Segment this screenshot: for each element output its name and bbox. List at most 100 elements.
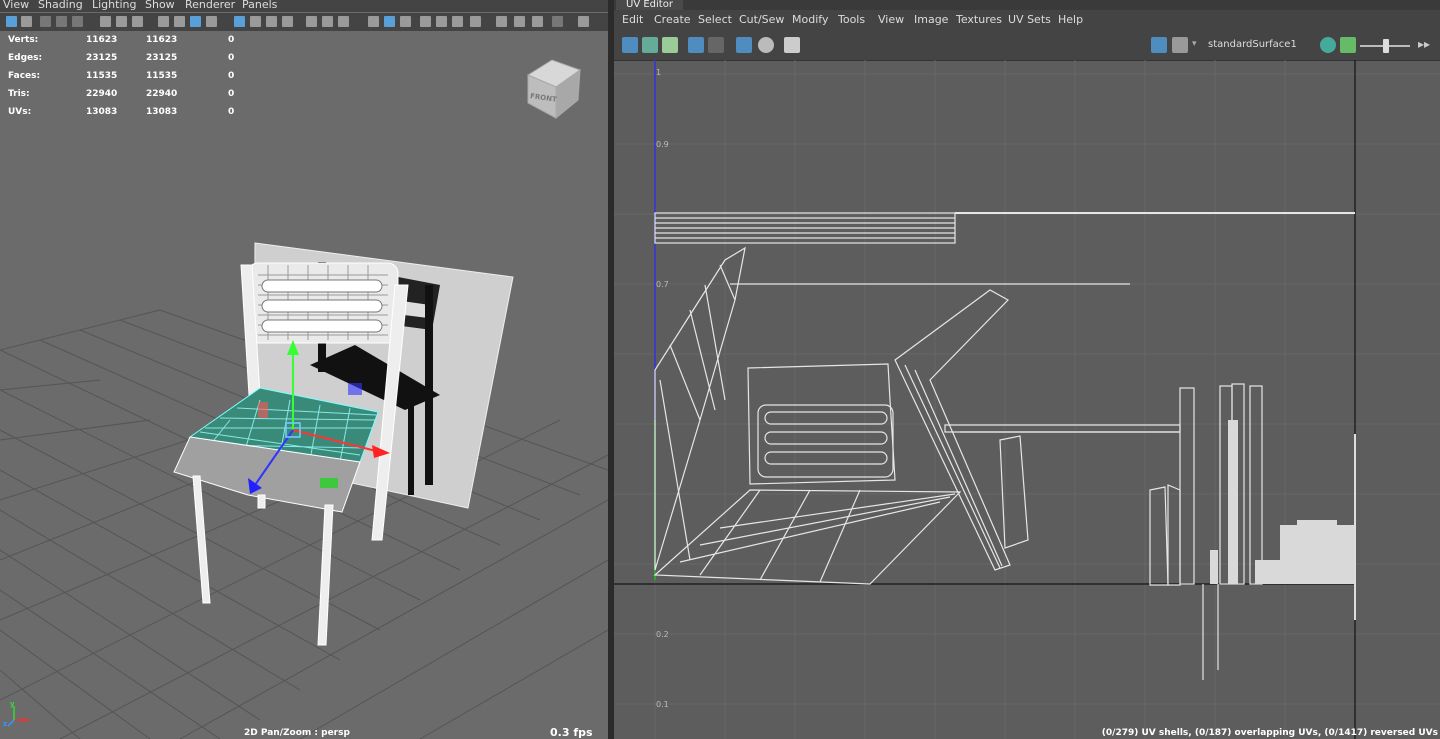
menu-create[interactable]: Create [654, 10, 691, 30]
menu-panels[interactable]: Panels [242, 0, 277, 11]
bookmark-icon[interactable] [40, 16, 51, 27]
hud-row-edges: Edges: 23125 23125 0 [0, 53, 260, 65]
exposure-icon[interactable] [496, 16, 507, 27]
hud-value: 13083 [146, 107, 178, 117]
shadows-icon[interactable] [338, 16, 349, 27]
uv-status-readout: (0/279) UV shells, (0/187) overlapping U… [1101, 728, 1438, 738]
textured-icon[interactable] [306, 16, 317, 27]
hud-label: Edges: [8, 53, 43, 63]
color-management-icon[interactable] [532, 16, 543, 27]
menu-uv-sets[interactable]: UV Sets [1008, 10, 1051, 30]
grid-icon[interactable] [116, 16, 127, 27]
hud-toggle-icon[interactable] [552, 16, 563, 27]
gate-mask-icon[interactable] [174, 16, 185, 27]
view-cube[interactable] [526, 59, 582, 120]
menu-view[interactable]: View [3, 0, 29, 11]
menu-lighting[interactable]: Lighting [92, 0, 136, 11]
menu-show[interactable]: Show [145, 0, 175, 11]
grid-toggle-icon[interactable] [688, 37, 704, 53]
menu-view[interactable]: View [878, 10, 904, 30]
hud-label: Faces: [8, 71, 41, 81]
hud-value: 23125 [86, 53, 118, 63]
hud-value: 0 [228, 35, 235, 45]
menu-help[interactable]: Help [1058, 10, 1083, 30]
uv-selection-icon[interactable] [622, 37, 638, 53]
image-view-icon[interactable] [1340, 37, 1356, 53]
hud-value: 11535 [146, 71, 178, 81]
texture-globe-icon[interactable] [1320, 37, 1336, 53]
resolution-gate-icon[interactable] [158, 16, 169, 27]
menu-image[interactable]: Image [914, 10, 948, 30]
isolate-select-icon[interactable] [368, 16, 379, 27]
grid-label-0-1: 0.1 [656, 700, 669, 709]
expand-toolbar-icon[interactable]: ▸▸ [1418, 37, 1430, 51]
axis-y-label: y [10, 700, 15, 708]
hud-label: Tris: [8, 89, 30, 99]
antialiasing-icon[interactable] [452, 16, 463, 27]
uv-transform-icon[interactable] [662, 37, 678, 53]
menu-renderer[interactable]: Renderer [185, 0, 235, 11]
menu-textures[interactable]: Textures [956, 10, 1002, 30]
checker-icon[interactable] [1172, 37, 1188, 53]
default-material-icon[interactable] [266, 16, 277, 27]
uv-layout-canvas[interactable] [614, 60, 1440, 739]
hud-row-verts: Verts: 11623 11623 0 [0, 35, 260, 47]
grease-pencil-icon[interactable] [100, 16, 111, 27]
hud-value: 22940 [86, 89, 118, 99]
exposure-slider-handle[interactable] [1383, 39, 1389, 53]
image-plane-icon[interactable] [56, 16, 67, 27]
axis-z-label: z [3, 720, 8, 728]
xray-icon[interactable] [384, 16, 395, 27]
hud-value: 0 [228, 107, 235, 117]
uv-editor-titlebar: UV Editor [614, 0, 1440, 10]
xray-joints-icon[interactable] [400, 16, 411, 27]
shell-select-icon[interactable] [642, 37, 658, 53]
camera-attributes-icon[interactable] [21, 16, 32, 27]
hud-row-tris: Tris: 22940 22940 0 [0, 89, 260, 101]
hud-value: 11623 [146, 35, 178, 45]
menu-select[interactable]: Select [698, 10, 732, 30]
grid-label-0-9: 0.9 [656, 140, 669, 149]
shading-icon[interactable] [758, 37, 774, 53]
uv-editor-menubar: Edit Create Select Cut/Sew Modify Tools … [614, 10, 1440, 30]
menu-cut-sew[interactable]: Cut/Sew [739, 10, 784, 30]
panel-layout-icon[interactable] [578, 16, 589, 27]
viewport-canvas[interactable] [0, 32, 608, 739]
viewport-toolbar [0, 13, 608, 31]
wireframe-on-shaded-icon[interactable] [282, 16, 293, 27]
film-gate-icon[interactable] [132, 16, 143, 27]
snapshot-camera-icon[interactable] [784, 37, 800, 53]
menu-shading[interactable]: Shading [38, 0, 83, 11]
gamma-icon[interactable] [514, 16, 525, 27]
hud-label: UVs: [8, 107, 32, 117]
menu-modify[interactable]: Modify [792, 10, 828, 30]
motion-blur-icon[interactable] [436, 16, 447, 27]
perspective-viewport[interactable]: View Shading Lighting Show Renderer Pane… [0, 0, 608, 739]
image-display-icon[interactable] [1151, 37, 1167, 53]
checker-map-icon[interactable] [708, 37, 724, 53]
lighting-icon[interactable] [322, 16, 333, 27]
grid-label-0-7: 0.7 [656, 280, 669, 289]
safe-action-icon[interactable] [206, 16, 217, 27]
pixel-snap-icon[interactable] [736, 37, 752, 53]
material-selector[interactable]: standardSurface1 [1208, 39, 1297, 50]
uv-editor-toolbar: ▾ standardSurface1 ▸▸ [614, 30, 1440, 61]
hud-value: 23125 [146, 53, 178, 63]
menu-edit[interactable]: Edit [622, 10, 643, 30]
uv-editor-panel[interactable]: UV Editor Edit Create Select Cut/Sew Mod… [614, 0, 1440, 739]
depth-of-field-icon[interactable] [470, 16, 481, 27]
chevron-down-icon[interactable]: ▾ [1192, 39, 1197, 49]
hud-value: 11623 [86, 35, 118, 45]
hud-row-uvs: UVs: 13083 13083 0 [0, 107, 260, 119]
ambient-occlusion-icon[interactable] [420, 16, 431, 27]
2d-pan-icon[interactable] [72, 16, 83, 27]
select-camera-icon[interactable] [6, 16, 17, 27]
uv-editor-tab[interactable]: UV Editor [616, 0, 683, 10]
grid-label-1: 1 [656, 68, 662, 77]
field-chart-icon[interactable] [190, 16, 201, 27]
axis-x-label: x [22, 716, 27, 724]
smooth-shade-icon[interactable] [250, 16, 261, 27]
menu-tools[interactable]: Tools [838, 10, 865, 30]
camera-name-label: 2D Pan/Zoom : persp [244, 728, 350, 738]
wireframe-icon[interactable] [234, 16, 245, 27]
